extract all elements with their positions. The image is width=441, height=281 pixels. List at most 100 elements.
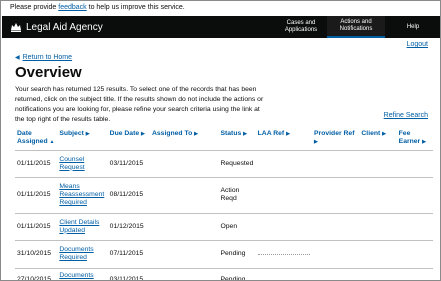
cell-subject: Means Reassessment Required (57, 177, 108, 214)
sort-right-icon: ▶ (422, 139, 426, 145)
col-provider-ref[interactable]: Provider Ref ▶ (312, 127, 360, 151)
sort-right-icon: ▶ (382, 131, 387, 137)
return-to-home-link[interactable]: ◀ Return to Home (15, 54, 72, 61)
cell-date-assigned: 27/10/2015 (15, 268, 58, 280)
cell-date-assigned: 01/11/2015 (15, 177, 58, 214)
cell-provider-ref (312, 213, 360, 241)
logout-link[interactable]: Logout (407, 41, 428, 48)
table-row: 27/10/2015 Documents Required 03/11/2015… (15, 268, 433, 281)
cell-fee-earner (396, 268, 433, 280)
cell-client (359, 213, 397, 241)
cell-subject: Client Details Updated (57, 213, 108, 241)
cell-date-assigned: 01/11/2015 (15, 150, 58, 178)
cell-client (359, 177, 397, 214)
col-due-date-label: Due Date (109, 130, 140, 137)
table-header-row: Date Assigned ▲ Subject ▶ Due Date ▶ Ass… (15, 127, 433, 151)
cell-due-date: 03/11/2015 (107, 150, 150, 178)
cell-provider-ref (312, 150, 360, 178)
table-row: 01/11/2015 Means Reassessment Required 0… (15, 177, 433, 214)
brand-name: Legal Aid Agency (26, 21, 103, 33)
col-subject[interactable]: Subject ▶ (57, 127, 108, 151)
feedback-banner: Please provide feedback to help us impro… (1, 1, 440, 15)
cell-client (359, 240, 397, 269)
table-row: 01/11/2015 Client Details Updated 01/12/… (15, 213, 433, 241)
site-header: Legal Aid Agency Cases and Applications … (2, 16, 440, 38)
page-title: Overview (15, 64, 82, 81)
results-intro: Your search has returned 125 results. To… (15, 86, 264, 123)
cell-laa-ref (255, 177, 313, 214)
cell-status: Pending (218, 268, 256, 280)
subject-link[interactable]: Documents Required (59, 246, 93, 261)
cell-due-date: 07/11/2015 (107, 240, 150, 269)
main-nav: Cases and Applications Actions and Notif… (275, 16, 440, 38)
col-subject-label: Subject (59, 130, 84, 137)
cell-laa-ref (255, 150, 313, 178)
cell-provider-ref (312, 268, 360, 280)
feedback-link[interactable]: feedback (58, 4, 86, 11)
cell-assigned-to (149, 240, 219, 269)
browser-frame: Please provide feedback to help us impro… (0, 0, 441, 281)
cell-subject: Counsel Request (57, 150, 108, 178)
col-client-label: Client (361, 130, 381, 137)
subject-link[interactable]: Documents Required (59, 272, 93, 281)
col-assigned-to-label: Assigned To (151, 130, 193, 137)
cell-fee-earner (396, 177, 433, 214)
cell-status: Pending (218, 240, 256, 269)
col-provider-ref-label: Provider Ref (314, 130, 355, 137)
cell-laa-ref (255, 268, 313, 280)
cell-date-assigned: 31/10/2015 (15, 240, 58, 269)
cell-client (359, 268, 397, 280)
cell-due-date: 08/11/2015 (107, 177, 150, 214)
cell-assigned-to (149, 213, 219, 241)
cell-provider-ref (312, 240, 360, 269)
results-table: Date Assigned ▲ Subject ▶ Due Date ▶ Ass… (15, 127, 433, 281)
cell-assigned-to (149, 150, 219, 178)
crown-crest-icon (11, 23, 21, 32)
cell-status: Action Reqd (218, 177, 256, 214)
col-laa-ref[interactable]: LAA Ref ▶ (255, 127, 313, 151)
cell-provider-ref (312, 177, 360, 214)
col-date-assigned[interactable]: Date Assigned ▲ (15, 127, 58, 151)
cell-fee-earner (396, 150, 433, 178)
table-row: 31/10/2015 Documents Required 07/11/2015… (15, 240, 433, 269)
nav-actions-and-notifications[interactable]: Actions and Notifications (327, 16, 385, 38)
triangle-left-icon: ◀ (15, 55, 20, 61)
cell-assigned-to (149, 268, 219, 280)
cell-fee-earner (396, 240, 433, 269)
cell-laa-ref (255, 213, 313, 241)
brand[interactable]: Legal Aid Agency (10, 16, 103, 38)
sort-up-icon: ▲ (49, 139, 55, 145)
col-due-date[interactable]: Due Date ▶ (107, 127, 150, 151)
cell-assigned-to (149, 177, 219, 214)
col-fee-earner-label: Fee Earner (398, 130, 421, 145)
refine-search-link[interactable]: Refine Search (384, 112, 428, 119)
subject-link[interactable]: Means Reassessment Required (59, 183, 104, 206)
subject-link[interactable]: Client Details Updated (59, 219, 99, 234)
cell-due-date: 01/12/2015 (107, 213, 150, 241)
feedback-prefix: Please provide (10, 4, 59, 11)
cell-client (359, 150, 397, 178)
sort-right-icon: ▶ (85, 131, 90, 137)
col-status-label: Status (220, 130, 242, 137)
col-status[interactable]: Status ▶ (218, 127, 256, 151)
nav-help[interactable]: Help (385, 16, 440, 38)
redacted-value (257, 251, 310, 255)
sort-right-icon: ▶ (243, 131, 248, 137)
cell-status: Requested (218, 150, 256, 178)
col-client[interactable]: Client ▶ (359, 127, 397, 151)
cell-subject: Documents Required (57, 240, 108, 269)
cell-date-assigned: 01/11/2015 (15, 213, 58, 241)
col-date-assigned-label: Date Assigned (17, 130, 48, 145)
col-assigned-to[interactable]: Assigned To ▶ (149, 127, 219, 151)
feedback-suffix: to help us improve this service. (86, 4, 185, 11)
cell-status: Open (218, 213, 256, 241)
sort-right-icon: ▶ (314, 139, 318, 145)
sort-right-icon: ▶ (141, 131, 145, 137)
sort-right-icon: ▶ (286, 131, 290, 137)
cell-subject: Documents Required (57, 268, 108, 281)
nav-cases-and-applications[interactable]: Cases and Applications (275, 16, 327, 38)
col-fee-earner[interactable]: Fee Earner ▶ (396, 127, 433, 151)
table-row: 01/11/2015 Counsel Request 03/11/2015 Re… (15, 150, 433, 178)
col-laa-ref-label: LAA Ref (257, 130, 285, 137)
subject-link[interactable]: Counsel Request (59, 156, 84, 171)
